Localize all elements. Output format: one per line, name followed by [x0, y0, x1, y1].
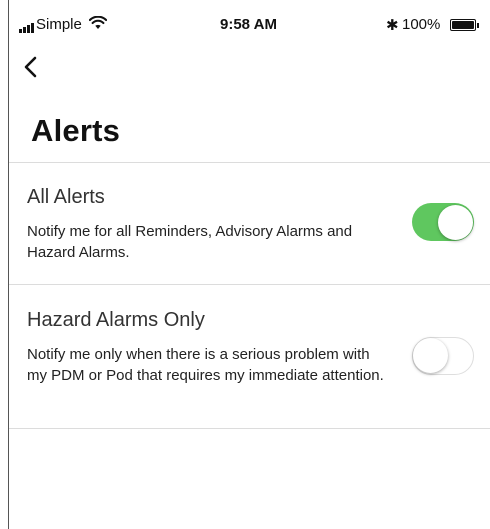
bluetooth-icon: ✱: [386, 17, 399, 34]
all-alerts-description: Notify me for all Reminders, Advisory Al…: [27, 223, 353, 261]
carrier-name: Simple: [36, 16, 82, 33]
toggle-knob: [438, 204, 473, 240]
cellular-signal-icon: [19, 23, 34, 33]
all-alerts-row: All Alerts Notify me for all Reminders, …: [9, 163, 490, 284]
hazard-alarms-title: Hazard Alarms Only: [27, 309, 205, 331]
hazard-alarms-row: Hazard Alarms Only Notify me only when t…: [9, 285, 490, 428]
all-alerts-toggle[interactable]: [412, 203, 474, 241]
chevron-left-icon: [24, 56, 37, 78]
battery-icon: [450, 19, 476, 31]
wifi-icon: [89, 16, 107, 29]
status-time: 9:58 AM: [220, 16, 277, 33]
divider: [9, 428, 490, 429]
page-title: Alerts: [31, 113, 121, 148]
all-alerts-title: All Alerts: [27, 186, 105, 208]
battery-percent: 100%: [402, 16, 441, 33]
hazard-alarms-description: Notify me only when there is a serious p…: [27, 346, 384, 384]
battery-tip: [477, 23, 479, 28]
hazard-alarms-toggle[interactable]: [412, 337, 474, 375]
status-bar: Simple 9:58 AM ✱ 100%: [9, 0, 490, 44]
phone-screen: Simple 9:58 AM ✱ 100% Alerts All Alerts …: [8, 0, 490, 529]
back-button[interactable]: [18, 50, 46, 84]
toggle-knob: [412, 338, 448, 373]
battery-fill: [452, 21, 474, 29]
